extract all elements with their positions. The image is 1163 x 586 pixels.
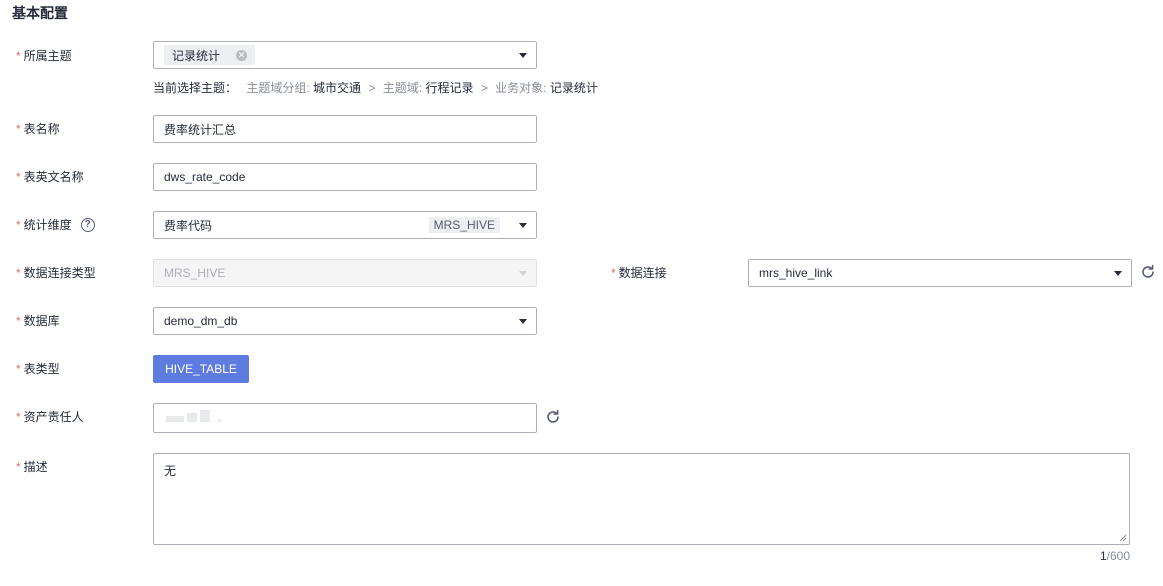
table-name-value: 费率统计汇总 bbox=[164, 122, 237, 137]
description-max: /600 bbox=[1106, 549, 1130, 563]
tag-remove-icon[interactable]: ✕ bbox=[236, 49, 248, 61]
conn-type-label: * 数据连接类型 bbox=[16, 265, 96, 281]
description-count: 1 bbox=[1099, 549, 1107, 563]
section-title: 基本配置 bbox=[12, 5, 68, 21]
description-label-text: 描述 bbox=[23, 460, 48, 474]
required-mark: * bbox=[16, 122, 21, 136]
required-mark: * bbox=[16, 362, 21, 376]
breadcrumb-separator: > bbox=[480, 81, 488, 95]
resize-handle-icon[interactable] bbox=[1119, 534, 1127, 542]
connection-label: * 数据连接 bbox=[611, 265, 667, 281]
dimension-type-badge: MRS_HIVE bbox=[428, 217, 500, 233]
chevron-down-icon[interactable] bbox=[519, 53, 527, 58]
breadcrumb-object-value: 记录统计 bbox=[549, 81, 598, 95]
chevron-down-icon[interactable] bbox=[519, 223, 527, 228]
dimension-label: * 统计维度 ? bbox=[16, 217, 95, 233]
theme-tag: 记录统计 ✕ bbox=[164, 45, 256, 65]
conn-type-value: MRS_HIVE bbox=[164, 266, 226, 280]
table-en-name-value: dws_rate_code bbox=[164, 170, 246, 184]
table-name-label-text: 表名称 bbox=[23, 122, 60, 136]
chevron-down-icon[interactable] bbox=[519, 319, 527, 324]
description-textarea[interactable]: 无 bbox=[153, 453, 1130, 545]
required-mark: * bbox=[16, 266, 21, 280]
description-counter: 1/600 bbox=[1100, 549, 1130, 563]
theme-label: * 所属主题 bbox=[16, 48, 72, 64]
redacted-text bbox=[200, 410, 210, 422]
connection-select[interactable]: mrs_hive_link bbox=[748, 259, 1132, 287]
required-mark: * bbox=[16, 410, 21, 424]
required-mark: * bbox=[16, 460, 21, 474]
theme-select[interactable]: 记录统计 ✕ bbox=[153, 41, 537, 69]
current-theme-breadcrumb: 当前选择主题： 主题域分组: 城市交通 > 主题域: 行程记录 > 业务对象: … bbox=[153, 81, 598, 95]
conn-type-label-text: 数据连接类型 bbox=[23, 266, 96, 280]
table-en-name-input[interactable]: dws_rate_code bbox=[153, 163, 537, 191]
redacted-text bbox=[166, 416, 184, 422]
breadcrumb-separator: > bbox=[368, 81, 376, 95]
connection-label-text: 数据连接 bbox=[618, 266, 667, 280]
breadcrumb-domain-label: 主题域: bbox=[382, 81, 423, 95]
breadcrumb-object-label: 业务对象: bbox=[495, 81, 547, 95]
table-name-label: * 表名称 bbox=[16, 121, 60, 137]
table-en-name-label: * 表英文名称 bbox=[16, 169, 84, 185]
required-mark: * bbox=[16, 170, 21, 184]
description-label: * 描述 bbox=[16, 459, 48, 475]
redacted-text bbox=[218, 419, 221, 422]
refresh-icon[interactable] bbox=[545, 409, 561, 425]
owner-input[interactable] bbox=[153, 403, 537, 433]
table-type-label: * 表类型 bbox=[16, 361, 60, 377]
conn-type-select: MRS_HIVE bbox=[153, 259, 537, 287]
breadcrumb-group-value: 城市交通 bbox=[313, 81, 362, 95]
breadcrumb-domain-value: 行程记录 bbox=[425, 81, 474, 95]
dimension-value: 费率代码 bbox=[164, 218, 213, 233]
owner-label: * 资产责任人 bbox=[16, 409, 84, 425]
table-type-button[interactable]: HIVE_TABLE bbox=[153, 355, 249, 383]
dimension-label-text: 统计维度 bbox=[23, 218, 72, 232]
question-circle-icon[interactable]: ? bbox=[80, 218, 95, 232]
owner-label-text: 资产责任人 bbox=[23, 410, 84, 424]
required-mark: * bbox=[16, 218, 21, 232]
description-value: 无 bbox=[164, 464, 177, 478]
table-name-input[interactable]: 费率统计汇总 bbox=[153, 115, 537, 143]
chevron-down-icon[interactable] bbox=[1114, 271, 1122, 276]
database-select[interactable]: demo_dm_db bbox=[153, 307, 537, 335]
breadcrumb-prefix: 当前选择主题： bbox=[153, 81, 238, 95]
redacted-text bbox=[187, 413, 197, 422]
table-en-name-label-text: 表英文名称 bbox=[23, 170, 84, 184]
theme-tag-text: 记录统计 bbox=[172, 48, 221, 63]
chevron-down-icon bbox=[519, 271, 527, 276]
database-value: demo_dm_db bbox=[164, 314, 238, 328]
database-label: * 数据库 bbox=[16, 313, 60, 329]
required-mark: * bbox=[16, 49, 21, 63]
database-label-text: 数据库 bbox=[23, 314, 60, 328]
theme-label-text: 所属主题 bbox=[23, 49, 72, 63]
refresh-icon[interactable] bbox=[1140, 264, 1156, 280]
dimension-select[interactable]: 费率代码 MRS_HIVE bbox=[153, 211, 537, 239]
table-type-label-text: 表类型 bbox=[23, 362, 60, 376]
required-mark: * bbox=[611, 266, 616, 280]
connection-value: mrs_hive_link bbox=[759, 266, 833, 280]
breadcrumb-group-label: 主题域分组: bbox=[246, 81, 310, 95]
required-mark: * bbox=[16, 314, 21, 328]
